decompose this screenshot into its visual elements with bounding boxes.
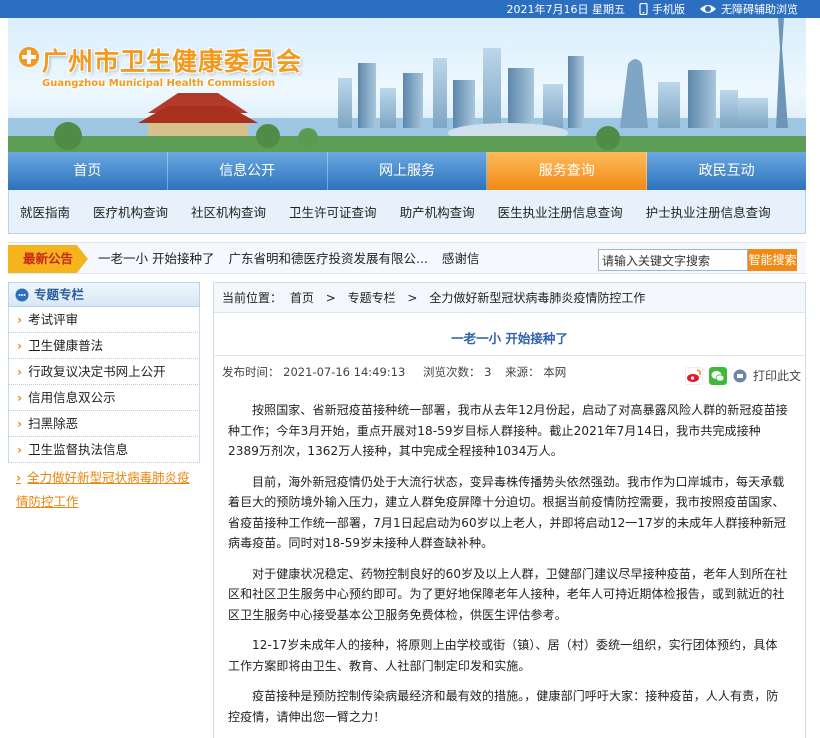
top-bar: 2021年7月16日 星期五 手机版 无障碍辅助浏览 [0, 0, 820, 18]
subnav-medical-institution-query[interactable]: 医疗机构查询 [93, 202, 191, 221]
mobile-label: 手机版 [652, 3, 685, 16]
sidebar-item-credit[interactable]: 信用信息双公示 [8, 385, 200, 411]
article-body: 按照国家、省新冠疫苗接种统一部署，我市从去年12月份起，启动了对高暴露风险人群的… [214, 388, 805, 727]
notice-item[interactable]: 感谢信 [442, 243, 480, 275]
notice-label: 最新公告 [8, 245, 88, 273]
search-button[interactable]: 智能搜索 [748, 249, 797, 271]
logo-emblem-icon [19, 47, 39, 67]
sidebar-item-exam[interactable]: 考试评审 [8, 307, 200, 333]
article-paragraph: 对于健康状况稳定、药物控制良好的60岁及以上人群，卫健部门建议尽早接种疫苗，老年… [228, 566, 788, 622]
views-count: 3 [484, 365, 492, 379]
site-subtitle: Guangzhou Municipal Health Commission [42, 78, 276, 89]
notice-bar: 最新公告 一老一小 开始接种了 广东省明和德医疗投资发展有限公... 感谢信 智… [8, 242, 806, 274]
views-label: 浏览次数： [422, 365, 481, 379]
main-content: 当前位置： 首页 > 专题专栏 > 全力做好新型冠状病毒肺炎疫情防控工作 一老一… [213, 282, 806, 738]
sidebar: 专题专栏 考试评审 卫生健康普法 行政复议决定书网上公开 信用信息双公示 扫黑除… [8, 282, 200, 522]
mobile-link[interactable]: 手机版 [639, 1, 685, 17]
wechat-share-icon[interactable] [708, 367, 727, 385]
eye-icon [700, 5, 716, 13]
breadcrumb-label: 当前位置： [222, 291, 283, 305]
nav-home[interactable]: 首页 [8, 152, 168, 190]
article-title: 一老一小 开始接种了 [451, 331, 568, 346]
nav-service-query[interactable]: 服务查询 [487, 152, 648, 190]
article-paragraph: 12-17岁未成年人的接种，将原则上由学校或街（镇）、居（村）委统一组织，实行团… [228, 638, 778, 673]
sidebar-item-anti-crime[interactable]: 扫黑除恶 [8, 411, 200, 437]
sidebar-item-supervision[interactable]: 卫生监督执法信息 [8, 437, 200, 463]
subnav-midwifery-query[interactable]: 助产机构查询 [400, 202, 498, 221]
search-input[interactable] [598, 249, 748, 271]
sub-nav: 就医指南 医疗机构查询 社区机构查询 卫生许可证查询 助产机构查询 医生执业注册… [8, 190, 806, 234]
accessible-link[interactable]: 无障碍辅助浏览 [699, 1, 798, 17]
breadcrumb: 当前位置： 首页 > 专题专栏 > 全力做好新型冠状病毒肺炎疫情防控工作 [214, 283, 805, 313]
weibo-share-icon[interactable] [684, 367, 703, 385]
article-paragraph: 目前，海外新冠疫情仍处于大流行状态，变异毒株传播势头依然强劲。我市作为口岸城市，… [228, 474, 786, 551]
sidebar-item-reconsideration[interactable]: 行政复议决定书网上公开 [8, 359, 200, 385]
sidebar-item-covid[interactable]: 全力做好新型冠状病毒肺炎疫情防控工作 [8, 463, 200, 514]
breadcrumb-topics[interactable]: 专题专栏 [348, 291, 396, 305]
sidebar-item-law[interactable]: 卫生健康普法 [8, 333, 200, 359]
print-icon[interactable] [733, 369, 747, 383]
breadcrumb-separator: > [407, 291, 418, 305]
notice-item[interactable]: 一老一小 开始接种了 [98, 243, 214, 275]
subnav-doctor-registration-query[interactable]: 医生执业注册信息查询 [498, 202, 646, 221]
site-title: 广州市卫生健康委员会 [42, 47, 303, 76]
article-paragraph: 疫苗接种是预防控制传染病最经济和最有效的措施。，健康部门呼吁大家：接种疫苗，人人… [228, 689, 779, 724]
sidebar-header: 专题专栏 [8, 282, 200, 307]
publish-time: 2021-07-16 14:49:13 [283, 365, 406, 379]
breadcrumb-home[interactable]: 首页 [290, 291, 314, 305]
source-label: 来源： [505, 365, 540, 379]
subnav-medical-guide[interactable]: 就医指南 [20, 202, 93, 221]
header-banner: 广州市卫生健康委员会 Guangzhou Municipal Health Co… [8, 18, 806, 152]
phone-icon [639, 3, 648, 15]
print-link[interactable]: 打印此文 [753, 360, 801, 392]
main-nav: 首页 信息公开 网上服务 服务查询 政民互动 [8, 152, 806, 190]
nav-info-disclosure[interactable]: 信息公开 [168, 152, 328, 190]
breadcrumb-current[interactable]: 全力做好新型冠状病毒肺炎疫情防控工作 [429, 291, 645, 305]
article-meta: 发布时间： 2021-07-16 14:49:13 浏览次数： 3 来源： 本网… [214, 356, 805, 388]
accessible-label: 无障碍辅助浏览 [721, 3, 798, 16]
article-paragraph: 按照国家、省新冠疫苗接种统一部署，我市从去年12月份起，启动了对高暴露风险人群的… [228, 403, 788, 458]
subnav-health-license-query[interactable]: 卫生许可证查询 [289, 202, 400, 221]
date-text: 2021年7月16日 星期五 [506, 3, 626, 16]
chat-bubble-icon [15, 288, 29, 301]
publish-label: 发布时间： [222, 365, 280, 379]
notice-item[interactable]: 广东省明和德医疗投资发展有限公... [228, 243, 427, 275]
breadcrumb-separator: > [325, 291, 336, 305]
source-value: 本网 [543, 365, 567, 379]
nav-interaction[interactable]: 政民互动 [647, 152, 806, 190]
nav-online-service[interactable]: 网上服务 [328, 152, 488, 190]
subnav-nurse-registration-query[interactable]: 护士执业注册信息查询 [646, 202, 794, 221]
sidebar-title: 专题专栏 [34, 286, 85, 302]
subnav-community-institution-query[interactable]: 社区机构查询 [191, 202, 289, 221]
